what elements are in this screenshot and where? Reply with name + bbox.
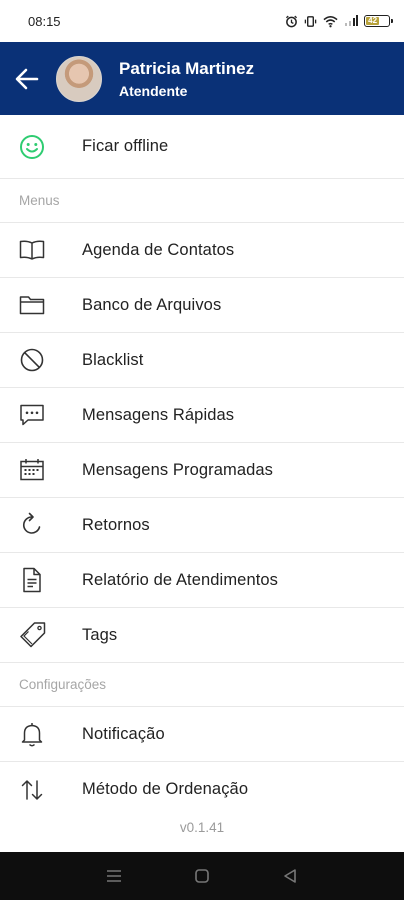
arrow-left-icon [15,68,39,89]
menu-item-label: Blacklist [82,350,144,369]
menu-item-scheduled-messages[interactable]: Mensagens Programadas [0,443,404,498]
menu-item-notification[interactable]: Notificação [0,707,404,762]
menu-item-label: Mensagens Rápidas [82,405,235,424]
folder-icon [19,296,45,315]
smile-icon [20,134,44,159]
avatar[interactable] [56,55,102,102]
menu-item-blacklist[interactable]: Blacklist [0,333,404,388]
section-header-settings: Configurações [0,663,404,707]
menu-item-label: Agenda de Contatos [82,240,235,259]
user-info: Patricia Martinez Atendente [119,59,254,99]
calendar-icon [20,459,44,481]
menu-item-contacts-agenda[interactable]: Agenda de Contatos [0,223,404,278]
menu-item-label: Retornos [82,515,150,534]
system-nav-bar [0,852,404,900]
menu-item-label: Tags [82,625,118,644]
app-header: Patricia Martinez Atendente [0,42,404,115]
menu-item-label: Método de Ordenação [82,780,249,798]
alarm-icon [285,15,298,27]
menu-item-label: Banco de Arquivos [82,295,222,314]
menu-item-quick-messages[interactable]: Mensagens Rápidas [0,388,404,443]
menu-item-label: Mensagens Programadas [82,460,274,479]
bell-icon [21,723,43,747]
app-version: v0.1.41 [179,820,225,835]
refresh-icon [22,512,41,534]
menu-item-label: Ficar offline [82,137,169,155]
menu-item-service-report[interactable]: Relatório de Atendimentos [0,553,404,608]
menu-icon[interactable] [106,869,122,883]
vibrate-icon [304,15,317,27]
back-nav-icon[interactable] [282,868,298,884]
section-header-menus: Menus [0,179,404,223]
menu-item-label: Notificação [82,724,165,743]
side-menu: Ficar offline Menus Agenda de Contatos B… [0,115,404,817]
user-role: Atendente [119,82,188,99]
menu-item-tags[interactable]: Tags [0,608,404,663]
status-bar: 08:15 42 [0,0,404,42]
battery-level: 42 [366,17,380,25]
menu-item-returns[interactable]: Retornos [0,498,404,553]
menu-item-sort-method[interactable]: Método de Ordenação [0,762,404,817]
signal-icon [345,15,358,26]
home-icon[interactable] [194,868,210,884]
menu-item-go-offline[interactable]: Ficar offline [0,115,404,179]
sort-icon [21,779,43,800]
block-icon [20,348,44,372]
wifi-icon [323,15,338,27]
chat-dots-icon [20,404,44,426]
status-icons: 42 [285,15,393,28]
menu-item-label: Relatório de Atendimentos [82,570,279,589]
battery-icon: 42 [364,15,393,27]
back-button[interactable] [12,64,42,94]
document-icon [23,567,41,593]
tag-icon [20,622,46,648]
menu-item-file-bank[interactable]: Banco de Arquivos [0,278,404,333]
book-icon [19,240,45,260]
status-time: 08:15 [28,13,61,29]
user-name: Patricia Martinez [119,58,255,78]
